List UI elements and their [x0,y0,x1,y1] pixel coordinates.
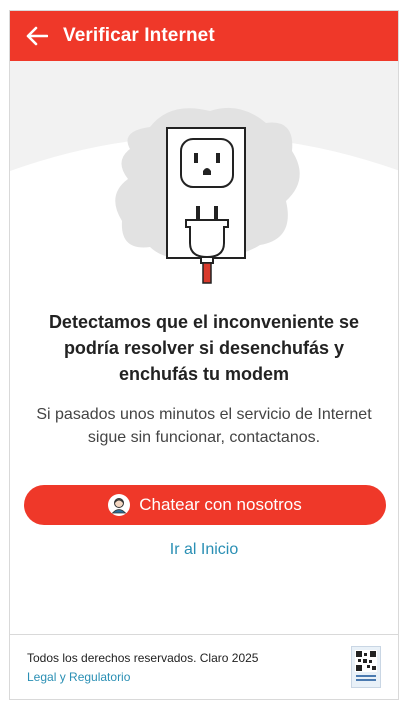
data-fiscal-qr-icon[interactable] [351,646,381,688]
chat-button[interactable]: Chatear con nosotros [24,485,386,525]
app-frame: Verificar Internet Detectamos que el inc… [9,10,399,700]
arrow-left-icon [26,26,48,46]
agent-avatar-icon [108,494,131,516]
page-title: Verificar Internet [63,25,215,46]
legal-link[interactable]: Legal y Regulatorio [27,670,130,684]
hero-illustration [10,61,398,301]
back-button[interactable] [25,24,49,48]
top-bar: Verificar Internet [10,11,398,61]
message-block: Detectamos que el inconveniente se podrí… [10,301,398,449]
home-link[interactable]: Ir al Inicio [10,541,398,559]
headline: Detectamos que el inconveniente se podrí… [48,312,360,384]
plug-and-outlet-icon [10,107,398,301]
body-text: Si pasados unos minutos el servicio de I… [36,406,372,446]
footer: Todos los derechos reservados. Claro 202… [10,634,398,699]
chat-button-label: Chatear con nosotros [139,495,302,514]
copyright-text: Todos los derechos reservados. Claro 202… [27,651,259,665]
